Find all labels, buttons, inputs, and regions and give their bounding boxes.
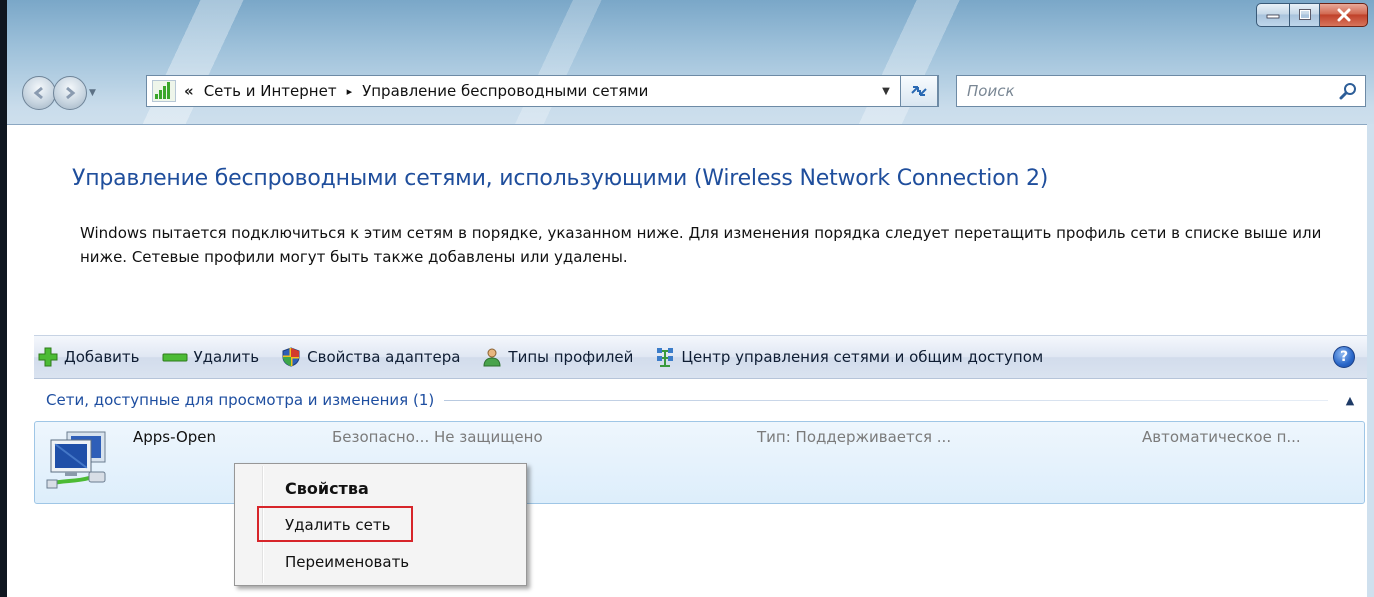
wireless-network-profile-icon	[46, 431, 106, 489]
adapter-properties-label: Свойства адаптера	[307, 348, 461, 366]
network-center-icon	[655, 347, 675, 367]
window-left-edge	[0, 0, 7, 597]
profile-types-label: Типы профилей	[508, 348, 634, 366]
group-divider	[444, 399, 1328, 401]
back-button[interactable]	[22, 76, 56, 110]
caption-buttons	[1256, 3, 1368, 29]
window-right-edge	[1367, 124, 1374, 597]
group-title: Сети, доступные для просмотра и изменени…	[46, 391, 435, 409]
search-input[interactable]: Поиск	[967, 82, 1015, 100]
breadcrumb-overflow[interactable]: «	[184, 82, 194, 100]
breadcrumb-separator-icon[interactable]: ▸	[347, 85, 353, 98]
forward-button[interactable]	[53, 76, 87, 110]
minimize-icon	[1266, 14, 1280, 19]
menu-item-rename[interactable]: Переименовать	[285, 553, 409, 571]
network-type: Тип: Поддерживается ...	[757, 428, 952, 446]
maximize-icon	[1298, 9, 1311, 20]
forward-arrow-icon	[66, 86, 76, 100]
add-label: Добавить	[64, 348, 140, 366]
address-dropdown-icon[interactable]: ▼	[876, 76, 896, 106]
close-button[interactable]	[1320, 3, 1368, 27]
command-bar: Добавить Удалить Свойства адаптера Типы …	[34, 335, 1367, 379]
green-plus-icon	[38, 347, 58, 367]
navigation-buttons: ▼	[22, 70, 101, 116]
minimize-button[interactable]	[1256, 3, 1290, 27]
users-icon	[482, 347, 502, 367]
profile-types-button[interactable]: Типы профилей	[476, 342, 639, 372]
search-icon[interactable]	[1339, 81, 1359, 101]
network-connection-mode: Автоматическое п...	[1142, 428, 1301, 446]
back-arrow-icon	[33, 86, 43, 100]
network-name: Apps-Open	[133, 428, 217, 446]
search-box[interactable]: Поиск	[956, 75, 1366, 107]
breadcrumb-network-internet[interactable]: Сеть и Интернет	[204, 82, 337, 100]
page-description: Windows пытается подключиться к этим сет…	[80, 224, 1322, 266]
network-center-label: Центр управления сетями и общим доступом	[681, 348, 1044, 366]
network-security: Безопасно... Не защищено	[332, 428, 543, 446]
refresh-icon	[911, 86, 927, 96]
remove-network-button[interactable]: Удалить	[156, 342, 266, 372]
collapse-chevron-icon[interactable]: ▲	[1342, 394, 1358, 407]
maximize-button[interactable]	[1290, 3, 1320, 27]
network-signal-icon	[152, 80, 176, 102]
refresh-button[interactable]	[900, 75, 938, 107]
remove-label: Удалить	[193, 348, 260, 366]
adapter-properties-button[interactable]: Свойства адаптера	[275, 342, 466, 372]
address-bar[interactable]: « Сеть и Интернет ▸ Управление беспровод…	[146, 75, 939, 107]
shield-icon	[281, 347, 301, 367]
group-header[interactable]: Сети, доступные для просмотра и изменени…	[46, 388, 1358, 412]
network-center-button[interactable]: Центр управления сетями и общим доступом	[649, 342, 1049, 372]
menu-item-properties[interactable]: Свойства	[285, 479, 369, 498]
add-network-button[interactable]: Добавить	[34, 342, 146, 372]
breadcrumb-manage-wireless[interactable]: Управление беспроводными сетями	[362, 82, 648, 100]
page-title: Управление беспроводными сетями, использ…	[72, 166, 1049, 191]
recent-pages-dropdown[interactable]: ▼	[89, 88, 101, 98]
help-icon[interactable]: ?	[1333, 346, 1355, 368]
highlight-annotation-box	[257, 506, 413, 542]
close-icon	[1337, 8, 1350, 22]
green-minus-icon	[162, 347, 188, 367]
